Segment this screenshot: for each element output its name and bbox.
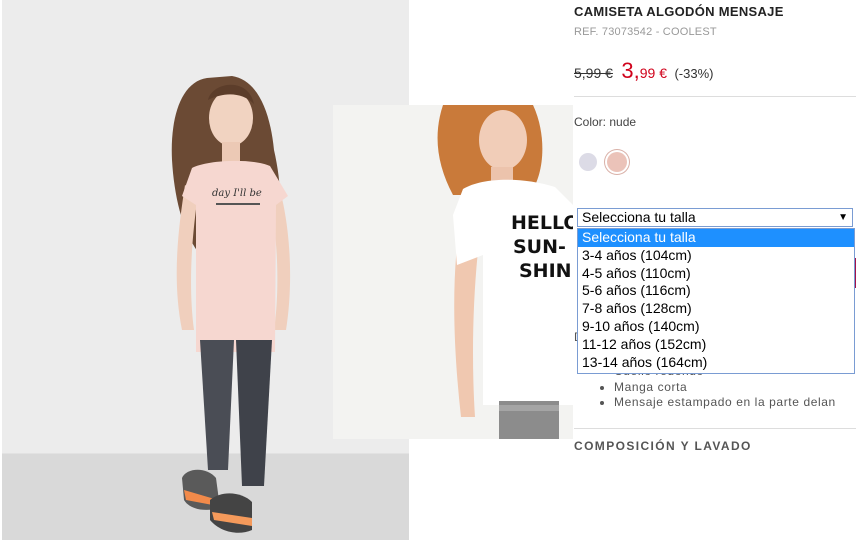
size-option[interactable]: 11-12 años (152cm) — [578, 336, 854, 354]
sale-price-decimals: 99 € — [639, 65, 667, 81]
size-select-value: Selecciona tu talla — [582, 209, 696, 225]
product-second-image[interactable]: HELLO SUN- SHINE — [333, 105, 573, 439]
feature-item: Manga corta — [600, 380, 856, 396]
size-option[interactable]: 7-8 años (128cm) — [578, 300, 854, 318]
size-option[interactable]: 3-4 años (104cm) — [578, 247, 854, 265]
divider — [574, 428, 856, 429]
size-option[interactable]: 4-5 años (110cm) — [578, 265, 854, 283]
size-select[interactable]: Selecciona tu talla ▼ — [577, 208, 853, 227]
size-option[interactable]: 9-10 años (140cm) — [578, 318, 854, 336]
feature-item: Mensaje estampado en la parte delan — [600, 395, 856, 411]
girl-white-tshirt-illustration: HELLO SUN- SHINE — [437, 105, 573, 439]
shirt-print-text: day I'll be — [212, 188, 262, 199]
product-reference: REF. 73073542 - COOLEST — [574, 26, 717, 38]
shirt-print-line-1: HELLO — [511, 212, 573, 234]
color-label: Color: nude — [574, 115, 637, 129]
size-option[interactable]: Selecciona tu talla — [578, 229, 854, 247]
composition-section-toggle[interactable]: COMPOSICIÓN Y LAVADO — [574, 439, 752, 453]
color-swatch-lilac[interactable] — [579, 153, 597, 171]
old-price: 5,99 € — [574, 65, 613, 81]
divider — [574, 96, 856, 97]
shirt-print-line-3: SHINE — [519, 260, 573, 282]
sale-price: 3, — [621, 58, 640, 83]
size-option[interactable]: 5-6 años (116cm) — [578, 282, 854, 300]
price-row: 5,99 € 3,99 € (-33%) — [574, 58, 713, 84]
size-option[interactable]: 13-14 años (164cm) — [578, 354, 854, 372]
shirt-print-line-2: SUN- — [513, 236, 566, 258]
size-dropdown-list[interactable]: Selecciona tu talla 3-4 años (104cm) 4-5… — [577, 228, 855, 374]
discount-badge: (-33%) — [674, 66, 714, 81]
color-swatch-nude[interactable] — [607, 152, 627, 172]
chevron-down-icon[interactable]: ▼ — [838, 209, 848, 226]
product-title: CAMISETA ALGODÓN MENSAJE — [574, 4, 784, 19]
